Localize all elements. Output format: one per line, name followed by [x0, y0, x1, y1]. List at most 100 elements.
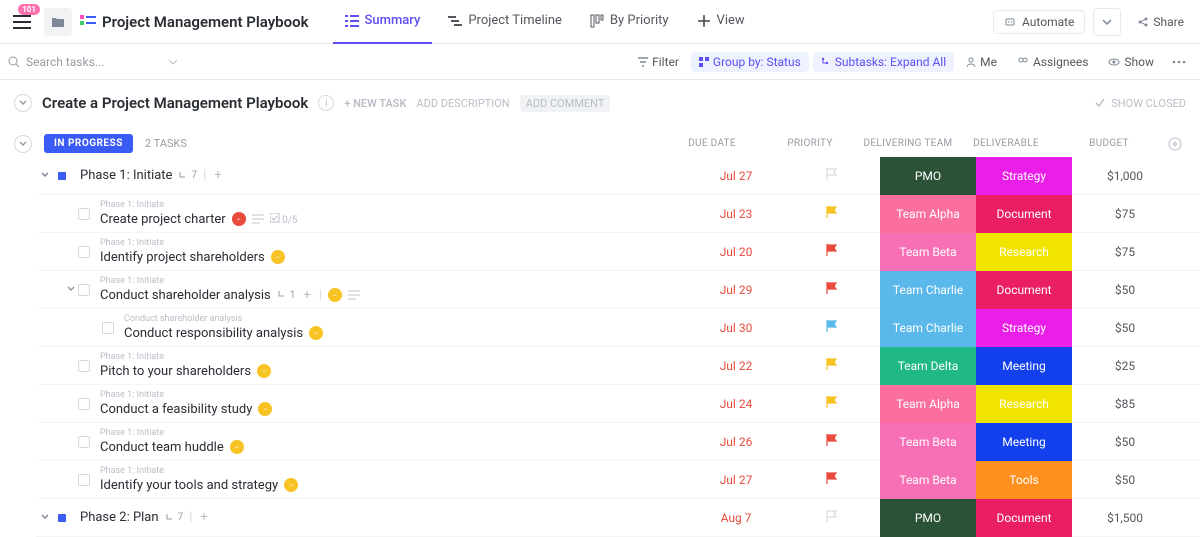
task-checkbox[interactable] — [78, 208, 90, 220]
subtask-count[interactable]: 1 — [277, 290, 296, 301]
team-cell[interactable]: Team Alpha — [880, 195, 976, 233]
collapse-phase-button[interactable] — [38, 514, 52, 522]
task-checkbox[interactable] — [78, 284, 90, 296]
expand-button[interactable] — [64, 286, 78, 294]
priority[interactable] — [784, 395, 880, 413]
show-button[interactable]: Show — [1100, 52, 1162, 72]
filter-button[interactable]: Filter — [630, 52, 687, 72]
automate-button[interactable]: Automate — [993, 10, 1085, 34]
group-by-button[interactable]: Group by: Status — [691, 52, 809, 72]
deliverable-cell[interactable]: Research — [976, 385, 1072, 423]
budget-cell[interactable]: $25 — [1072, 359, 1178, 373]
deliverable-cell[interactable]: Document — [976, 499, 1072, 537]
deliverable-cell[interactable]: Document — [976, 195, 1072, 233]
budget-cell[interactable]: $50 — [1072, 283, 1178, 297]
deliverable-cell[interactable]: Meeting — [976, 347, 1072, 385]
tab-summary[interactable]: Summary — [333, 0, 433, 44]
due-date[interactable]: Jul 23 — [688, 207, 784, 221]
status-square[interactable] — [58, 514, 66, 522]
me-button[interactable]: Me — [958, 52, 1005, 72]
priority[interactable] — [784, 471, 880, 489]
priority[interactable] — [784, 205, 880, 223]
team-cell[interactable]: Team Beta — [880, 233, 976, 271]
task-row[interactable]: Phase 1: Initiate Identify project share… — [36, 233, 1200, 271]
task-row[interactable]: Phase 1: Initiate Conduct a feasibility … — [36, 385, 1200, 423]
budget-cell[interactable]: $1,000 — [1072, 169, 1178, 183]
team-cell[interactable]: Team Beta — [880, 461, 976, 499]
due-date[interactable]: Jul 24 — [688, 397, 784, 411]
phase-row[interactable]: Phase 1: Initiate 7 | + Jul 27 PMO Strat… — [36, 157, 1200, 195]
team-cell[interactable]: PMO — [880, 499, 976, 537]
due-date[interactable]: Jul 27 — [688, 473, 784, 487]
due-date[interactable]: Aug 7 — [688, 511, 784, 525]
due-date[interactable]: Jul 29 — [688, 283, 784, 297]
phase-row[interactable]: Phase 2: Plan 7 | + Aug 7 PMO Document $… — [36, 499, 1200, 537]
team-cell[interactable]: Team Charlie — [880, 271, 976, 309]
deliverable-cell[interactable]: Strategy — [976, 309, 1072, 347]
more-button[interactable] — [1166, 56, 1192, 68]
add-subtask-button[interactable]: + — [212, 168, 223, 183]
team-cell[interactable]: Team Beta — [880, 423, 976, 461]
budget-cell[interactable]: $75 — [1072, 207, 1178, 221]
tab-project-timeline[interactable]: Project Timeline — [436, 0, 574, 44]
deliverable-cell[interactable]: Strategy — [976, 157, 1072, 195]
budget-cell[interactable]: $50 — [1072, 321, 1178, 335]
info-icon[interactable]: i — [318, 95, 334, 111]
task-checkbox[interactable] — [102, 322, 114, 334]
share-button[interactable]: Share — [1129, 11, 1192, 33]
collapse-group-button[interactable] — [14, 135, 32, 153]
budget-cell[interactable]: $50 — [1072, 435, 1178, 449]
priority[interactable] — [784, 319, 880, 337]
show-closed-button[interactable]: SHOW CLOSED — [1111, 97, 1186, 110]
priority[interactable] — [784, 509, 880, 527]
budget-cell[interactable]: $75 — [1072, 245, 1178, 259]
team-cell[interactable]: PMO — [880, 157, 976, 195]
task-checkbox[interactable] — [78, 436, 90, 448]
task-checkbox[interactable] — [78, 398, 90, 410]
due-date[interactable]: Jul 26 — [688, 435, 784, 449]
task-checkbox[interactable] — [78, 474, 90, 486]
menu-button[interactable]: 101 — [8, 8, 36, 36]
team-cell[interactable]: Team Alpha — [880, 385, 976, 423]
add-comment-button[interactable]: ADD COMMENT — [520, 95, 611, 112]
priority[interactable] — [784, 433, 880, 451]
priority[interactable] — [784, 357, 880, 375]
collapse-list-button[interactable] — [14, 94, 32, 112]
status-pill[interactable]: IN PROGRESS — [44, 134, 133, 153]
add-column-button[interactable] — [1164, 137, 1186, 151]
task-checkbox[interactable] — [78, 246, 90, 258]
due-date[interactable]: Jul 20 — [688, 245, 784, 259]
due-date[interactable]: Jul 22 — [688, 359, 784, 373]
budget-cell[interactable]: $1,500 — [1072, 511, 1178, 525]
budget-cell[interactable]: $85 — [1072, 397, 1178, 411]
collapse-phase-button[interactable] — [38, 172, 52, 180]
deliverable-cell[interactable]: Document — [976, 271, 1072, 309]
tab-view[interactable]: View — [685, 0, 757, 44]
priority[interactable] — [784, 167, 880, 185]
task-row[interactable]: Phase 1: Initiate Conduct team huddle − … — [36, 423, 1200, 461]
subtasks-button[interactable]: Subtasks: Expand All — [813, 52, 954, 72]
deliverable-cell[interactable]: Meeting — [976, 423, 1072, 461]
task-row[interactable]: Phase 1: Initiate Create project charter… — [36, 195, 1200, 233]
add-subtask-button[interactable]: + — [301, 288, 312, 303]
add-description-button[interactable]: ADD DESCRIPTION — [416, 97, 509, 110]
due-date[interactable]: Jul 30 — [688, 321, 784, 335]
priority[interactable] — [784, 281, 880, 299]
task-row[interactable]: Phase 1: Initiate Identify your tools an… — [36, 461, 1200, 499]
assignees-button[interactable]: Assignees — [1009, 52, 1096, 72]
budget-cell[interactable]: $50 — [1072, 473, 1178, 487]
priority[interactable] — [784, 243, 880, 261]
subtask-count[interactable]: 7 — [178, 170, 197, 181]
team-cell[interactable]: Team Delta — [880, 347, 976, 385]
task-checkbox[interactable] — [78, 360, 90, 372]
deliverable-cell[interactable]: Tools — [976, 461, 1072, 499]
team-cell[interactable]: Team Charlie — [880, 309, 976, 347]
search-input[interactable]: Search tasks... — [8, 55, 178, 69]
deliverable-cell[interactable]: Research — [976, 233, 1072, 271]
new-task-button[interactable]: + NEW TASK — [344, 97, 406, 110]
task-row[interactable]: Phase 1: Initiate Conduct shareholder an… — [36, 271, 1200, 309]
status-square[interactable] — [58, 172, 66, 180]
task-row[interactable]: Phase 1: Initiate Pitch to your sharehol… — [36, 347, 1200, 385]
due-date[interactable]: Jul 27 — [688, 169, 784, 183]
task-row[interactable]: Conduct shareholder analysis Conduct res… — [36, 309, 1200, 347]
